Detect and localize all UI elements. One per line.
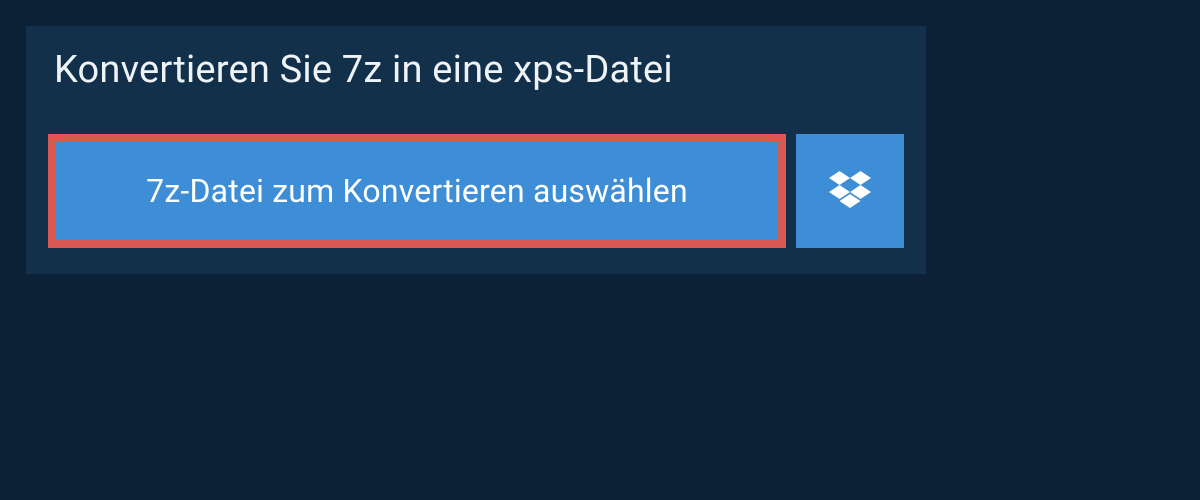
button-row: 7z-Datei zum Konvertieren auswählen	[26, 116, 926, 274]
select-file-button[interactable]: 7z-Datei zum Konvertieren auswählen	[48, 134, 786, 248]
dropbox-button[interactable]	[796, 134, 904, 248]
page-title: Konvertieren Sie 7z in eine xps-Datei	[54, 48, 898, 92]
title-container: Konvertieren Sie 7z in eine xps-Datei	[26, 26, 926, 116]
dropbox-icon	[829, 171, 871, 211]
converter-panel: Konvertieren Sie 7z in eine xps-Datei 7z…	[26, 26, 926, 274]
select-file-label: 7z-Datei zum Konvertieren auswählen	[146, 172, 688, 210]
